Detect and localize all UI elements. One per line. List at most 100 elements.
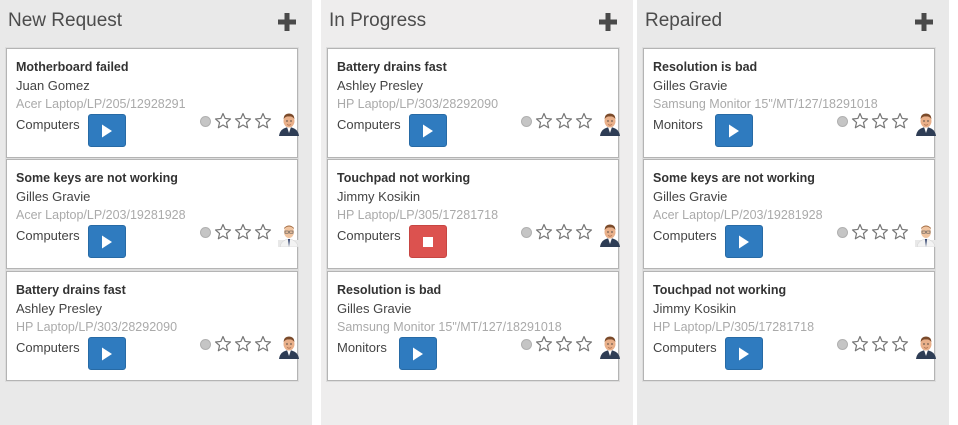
star-outline-icon[interactable] bbox=[851, 335, 869, 353]
card-device-ref: HP Laptop/LP/303/28292090 bbox=[337, 97, 499, 111]
status-dot-icon[interactable] bbox=[200, 227, 211, 238]
status-dot-icon[interactable] bbox=[837, 116, 848, 127]
star-outline-icon[interactable] bbox=[891, 223, 909, 241]
card-category: Computers bbox=[16, 117, 80, 132]
card-customer: Jimmy Kosikin bbox=[337, 189, 421, 204]
add-card-button[interactable] bbox=[597, 11, 619, 33]
star-outline-icon[interactable] bbox=[254, 335, 272, 353]
card-category: Computers bbox=[653, 228, 717, 243]
status-dot-icon[interactable] bbox=[837, 227, 848, 238]
card-customer: Gilles Gravie bbox=[337, 301, 412, 316]
card-device-ref: Acer Laptop/LP/203/19281928 bbox=[653, 208, 823, 222]
stop-icon bbox=[423, 236, 433, 247]
task-card[interactable]: Resolution is bad Gilles Gravie Samsung Mo… bbox=[643, 48, 936, 158]
task-card[interactable]: Resolution is bad Gilles Gravie Samsung Mo… bbox=[327, 271, 620, 381]
play-icon bbox=[739, 347, 749, 360]
status-dot-icon[interactable] bbox=[521, 116, 532, 127]
star-outline-icon[interactable] bbox=[234, 223, 252, 241]
star-outline-icon[interactable] bbox=[555, 223, 573, 241]
star-outline-icon[interactable] bbox=[575, 112, 593, 130]
card-title: Touchpad not working bbox=[653, 283, 787, 297]
status-dot-icon[interactable] bbox=[200, 116, 211, 127]
stop-button[interactable] bbox=[409, 225, 447, 258]
star-outline-icon[interactable] bbox=[575, 335, 593, 353]
plus-icon bbox=[915, 13, 933, 31]
star-outline-icon[interactable] bbox=[871, 223, 889, 241]
column-header: In Progress bbox=[321, 0, 633, 44]
card-title: Resolution is bad bbox=[337, 283, 442, 297]
star-outline-icon[interactable] bbox=[891, 112, 909, 130]
play-icon bbox=[729, 124, 739, 137]
play-icon bbox=[413, 347, 423, 360]
card-category: Monitors bbox=[653, 117, 703, 132]
play-icon bbox=[102, 347, 112, 360]
card-customer: Juan Gomez bbox=[16, 78, 90, 93]
star-outline-icon[interactable] bbox=[254, 112, 272, 130]
start-button[interactable] bbox=[88, 225, 126, 258]
star-outline-icon[interactable] bbox=[871, 112, 889, 130]
start-button[interactable] bbox=[725, 337, 763, 370]
card-customer: Ashley Presley bbox=[337, 78, 423, 93]
column-header: Repaired bbox=[637, 0, 949, 44]
card-category: Computers bbox=[337, 117, 401, 132]
task-card[interactable]: Battery drains fast Ashley Presley HP Lapt… bbox=[327, 48, 621, 158]
start-button[interactable] bbox=[715, 114, 753, 147]
star-outline-icon[interactable] bbox=[234, 335, 252, 353]
status-dot-icon[interactable] bbox=[200, 339, 211, 350]
start-button[interactable] bbox=[399, 337, 437, 370]
star-outline-icon[interactable] bbox=[575, 223, 593, 241]
start-button[interactable] bbox=[88, 337, 126, 370]
card-customer: Gilles Gravie bbox=[16, 189, 91, 204]
card-title: Battery drains fast bbox=[16, 283, 126, 297]
star-outline-icon[interactable] bbox=[535, 223, 553, 241]
task-card[interactable]: Battery drains fast Ashley Presley HP Lapt… bbox=[6, 271, 299, 381]
star-outline-icon[interactable] bbox=[555, 112, 573, 130]
card-device-ref: Samsung Monitor 15"/MT/127/18291018 bbox=[653, 97, 878, 111]
star-outline-icon[interactable] bbox=[891, 335, 909, 353]
star-outline-icon[interactable] bbox=[214, 335, 232, 353]
status-dot-icon[interactable] bbox=[521, 227, 532, 238]
avatar-man-icon bbox=[599, 112, 621, 136]
start-button[interactable] bbox=[409, 114, 447, 147]
card-category: Computers bbox=[653, 340, 717, 355]
task-card[interactable]: Some keys are not working Gilles Gravie Ac… bbox=[643, 159, 937, 269]
star-outline-icon[interactable] bbox=[234, 112, 252, 130]
task-card[interactable]: Some keys are not working Gilles Gravie Ac… bbox=[6, 159, 300, 269]
card-title: Some keys are not working bbox=[16, 171, 178, 185]
avatar-man-icon bbox=[915, 335, 937, 359]
start-button[interactable] bbox=[725, 225, 763, 258]
star-outline-icon[interactable] bbox=[214, 223, 232, 241]
star-outline-icon[interactable] bbox=[871, 335, 889, 353]
play-icon bbox=[102, 124, 112, 137]
task-card[interactable]: Touchpad not working Jimmy Kosikin HP Lapt… bbox=[643, 271, 937, 381]
card-customer: Jimmy Kosikin bbox=[653, 301, 737, 316]
star-outline-icon[interactable] bbox=[555, 335, 573, 353]
status-dot-icon[interactable] bbox=[521, 339, 532, 350]
column-title: In Progress bbox=[329, 10, 427, 31]
card-device-ref: HP Laptop/LP/305/17281718 bbox=[337, 208, 499, 222]
star-outline-icon[interactable] bbox=[535, 335, 553, 353]
star-outline-icon[interactable] bbox=[851, 223, 869, 241]
avatar-man-glasses-icon bbox=[278, 223, 300, 248]
card-title: Motherboard failed bbox=[16, 60, 129, 74]
column-header: New Request bbox=[0, 0, 312, 44]
add-card-button[interactable] bbox=[276, 11, 298, 33]
star-outline-icon[interactable] bbox=[851, 112, 869, 130]
avatar-man-glasses-icon bbox=[915, 223, 937, 248]
column-in-progress: In Progress Battery drains fast Ashley Pre… bbox=[321, 0, 633, 425]
column-title: Repaired bbox=[645, 10, 723, 31]
star-outline-icon[interactable] bbox=[214, 112, 232, 130]
task-card[interactable]: Touchpad not working Jimmy Kosikin HP Lapt… bbox=[327, 159, 620, 269]
card-category: Monitors bbox=[337, 340, 387, 355]
add-card-button[interactable] bbox=[913, 11, 935, 33]
card-device-ref: Samsung Monitor 15"/MT/127/18291018 bbox=[337, 320, 562, 334]
card-category: Computers bbox=[337, 228, 401, 243]
star-outline-icon[interactable] bbox=[254, 223, 272, 241]
star-outline-icon[interactable] bbox=[535, 112, 553, 130]
column-title: New Request bbox=[8, 10, 123, 31]
start-button[interactable] bbox=[88, 114, 126, 147]
status-dot-icon[interactable] bbox=[837, 339, 848, 350]
card-title: Touchpad not working bbox=[337, 171, 471, 185]
card-device-ref: Acer Laptop/LP/203/19281928 bbox=[16, 208, 186, 222]
task-card[interactable]: Motherboard failed Juan Gomez Acer Laptop/… bbox=[6, 48, 299, 158]
